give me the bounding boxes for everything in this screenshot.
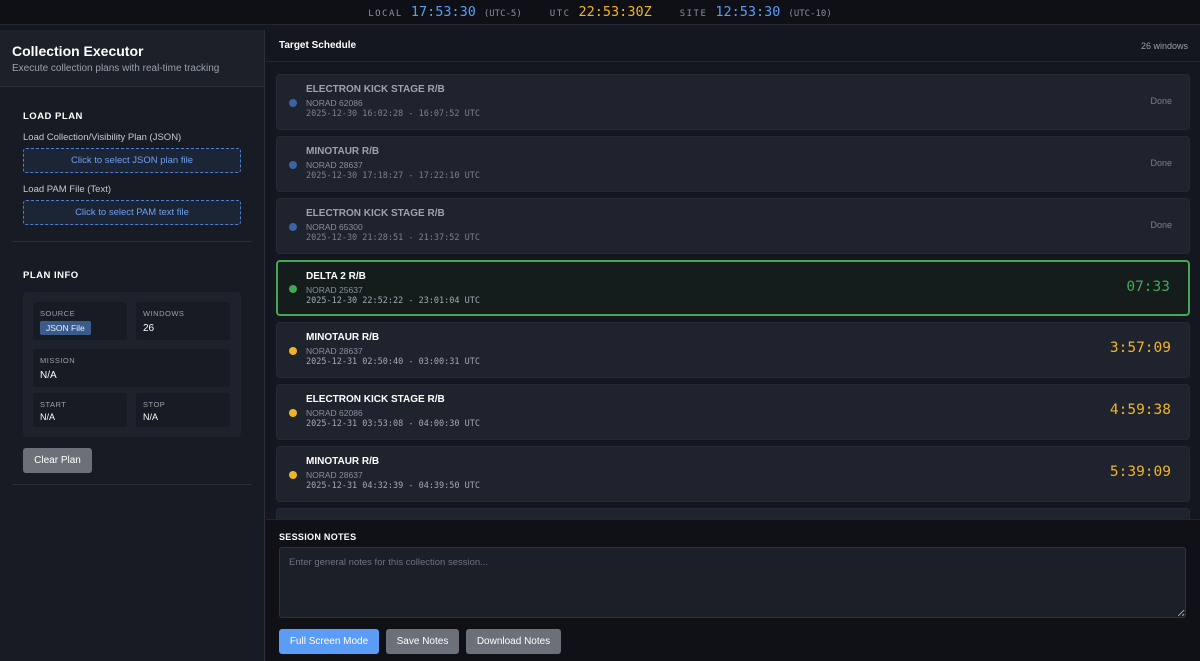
countdown-timer: 5:39:09 — [1109, 464, 1171, 480]
utc-clock-label: UTC — [549, 9, 571, 19]
sidebar: Collection Executor Execute collection p… — [0, 30, 265, 661]
schedule-item[interactable]: ELECTRON KICK STAGE R/B NORAD 62086 2025-1… — [276, 384, 1190, 440]
schedule-item[interactable]: MINOTAUR R/B NORAD 28637 2025-12-31 04:32:… — [276, 446, 1190, 502]
plan-info-section: PLAN INFO SOURCE JSON File WINDOWS 26 MI… — [12, 242, 252, 485]
status-dot-icon — [289, 409, 297, 417]
status-label: Done — [1150, 96, 1172, 106]
status-label: Done — [1150, 158, 1172, 168]
target-window: 2025-12-31 04:32:39 - 04:39:50 UTC — [306, 481, 480, 491]
source-cell: SOURCE JSON File — [33, 302, 127, 340]
windows-value: 26 — [143, 323, 155, 334]
schedule-item[interactable]: ELECTRON KICK STAGE R/B NORAD 65300 2025-1… — [276, 198, 1190, 254]
target-window: 2025-12-30 17:18:27 - 17:22:10 UTC — [306, 171, 480, 181]
pam-file-button[interactable]: Click to select PAM text file — [23, 200, 241, 225]
clear-plan-button[interactable]: Clear Plan — [23, 448, 92, 473]
schedule-item[interactable]: MINOTAUR R/B NORAD 28637 2025-12-30 17:18:… — [276, 136, 1190, 192]
countdown-timer: 3:57:09 — [1109, 340, 1171, 356]
utc-clock-time: 22:53:30Z — [578, 4, 652, 20]
load-plan-section: LOAD PLAN Load Collection/Visibility Pla… — [12, 87, 252, 242]
sidebar-header: Collection Executor Execute collection p… — [0, 30, 264, 87]
site-clock-tz: (UTC-10) — [788, 9, 832, 19]
site-clock-time: 12:53:30 — [715, 4, 781, 20]
pam-file-label: Load PAM File (Text) — [23, 184, 111, 195]
start-value: N/A — [40, 412, 56, 422]
local-clock: LOCAL 17:53:30 (UTC-5) — [368, 4, 522, 20]
target-window: 2025-12-30 21:28:51 - 21:37:52 UTC — [306, 233, 480, 243]
stop-cell: STOP N/A — [136, 393, 230, 427]
target-norad-id: NORAD 28637 — [306, 346, 363, 356]
site-clock-label: SITE — [679, 9, 708, 19]
target-window: 2025-12-31 03:53:08 - 04:00:30 UTC — [306, 419, 480, 429]
status-dot-icon — [289, 471, 297, 479]
json-plan-file-button[interactable]: Click to select JSON plan file — [23, 148, 241, 173]
target-name: MINOTAUR R/B — [306, 332, 380, 343]
target-norad-id: NORAD 62086 — [306, 98, 363, 108]
countdown-timer: 4:59:38 — [1109, 402, 1171, 418]
schedule-count: 26 windows — [1140, 40, 1188, 51]
session-notes-title: SESSION NOTES — [279, 532, 357, 542]
target-name: MINOTAUR R/B — [306, 146, 380, 157]
source-badge: JSON File — [40, 321, 91, 335]
status-dot-icon — [289, 223, 297, 231]
stop-value: N/A — [143, 412, 159, 422]
target-norad-id: NORAD 62086 — [306, 408, 363, 418]
app-title: Collection Executor — [12, 43, 144, 59]
target-name: DELTA 2 R/B — [306, 271, 366, 282]
save-notes-button[interactable]: Save Notes — [386, 629, 459, 654]
start-label: START — [40, 400, 67, 409]
target-name: ELECTRON KICK STAGE R/B — [306, 208, 445, 219]
main-panel: Target Schedule 26 windows ELECTRON KICK… — [266, 30, 1200, 661]
target-name: ELECTRON KICK STAGE R/B — [306, 394, 445, 405]
target-norad-id: NORAD 28637 — [306, 470, 363, 480]
status-label: Done — [1150, 220, 1172, 230]
windows-label: WINDOWS — [143, 309, 185, 318]
target-window: 2025-12-30 22:52:22 - 23:01:04 UTC — [306, 296, 480, 306]
schedule-title: Target Schedule — [279, 40, 357, 51]
status-dot-icon — [289, 285, 297, 293]
local-clock-time: 17:53:30 — [410, 4, 476, 20]
target-norad-id: NORAD 65300 — [306, 222, 363, 232]
mission-label: MISSION — [40, 356, 76, 365]
local-clock-label: LOCAL — [368, 9, 403, 19]
session-notes-input[interactable] — [279, 547, 1186, 618]
info-row-dates: START N/A STOP N/A — [33, 393, 231, 427]
source-label: SOURCE — [40, 309, 76, 318]
schedule-list[interactable]: ELECTRON KICK STAGE R/B NORAD 62086 2025-1… — [276, 74, 1190, 520]
notes-actions: Full Screen Mode Save Notes Download Not… — [279, 629, 561, 654]
target-norad-id: NORAD 28637 — [306, 160, 363, 170]
download-notes-button[interactable]: Download Notes — [466, 629, 561, 654]
target-window: 2025-12-31 02:50:40 - 03:00:31 UTC — [306, 357, 480, 367]
stop-label: STOP — [143, 400, 166, 409]
plan-info-title: PLAN INFO — [23, 270, 79, 281]
schedule-header: Target Schedule 26 windows — [266, 30, 1200, 62]
status-dot-icon — [289, 99, 297, 107]
session-notes-panel: SESSION NOTES Full Screen Mode Save Note… — [266, 519, 1200, 661]
countdown-timer: 07:33 — [1126, 279, 1170, 295]
target-name: MINOTAUR R/B — [306, 456, 380, 467]
utc-clock: UTC 22:53:30Z — [550, 4, 652, 20]
status-dot-icon — [289, 347, 297, 355]
windows-cell: WINDOWS 26 — [136, 302, 230, 340]
schedule-item[interactable]: DELTA 2 R/B NORAD 25637 2025-12-30 22:52:2… — [276, 260, 1190, 316]
clock-bar: LOCAL 17:53:30 (UTC-5) UTC 22:53:30Z SIT… — [0, 0, 1200, 25]
info-row-source: SOURCE JSON File WINDOWS 26 — [33, 302, 231, 340]
status-dot-icon — [289, 161, 297, 169]
app-subtitle: Execute collection plans with real-time … — [12, 63, 220, 74]
site-clock: SITE 12:53:30 (UTC-10) — [680, 4, 832, 20]
schedule-item[interactable]: MINOTAUR R/B NORAD 28637 2025-12-31 02:50:… — [276, 322, 1190, 378]
load-plan-title: LOAD PLAN — [23, 111, 83, 122]
target-name: ELECTRON KICK STAGE R/B — [306, 84, 445, 95]
full-screen-button[interactable]: Full Screen Mode — [279, 629, 379, 654]
target-window: 2025-12-30 16:02:28 - 16:07:52 UTC — [306, 109, 480, 119]
mission-cell: MISSION N/A — [33, 349, 230, 387]
mission-value: N/A — [40, 370, 57, 381]
plan-info-box: SOURCE JSON File WINDOWS 26 MISSION N/A … — [23, 292, 241, 437]
json-plan-label: Load Collection/Visibility Plan (JSON) — [23, 132, 182, 143]
local-clock-tz: (UTC-5) — [483, 9, 522, 19]
target-norad-id: NORAD 25637 — [306, 285, 363, 295]
start-cell: START N/A — [33, 393, 127, 427]
schedule-item[interactable]: ELECTRON KICK STAGE R/B NORAD 62086 2025-1… — [276, 74, 1190, 130]
